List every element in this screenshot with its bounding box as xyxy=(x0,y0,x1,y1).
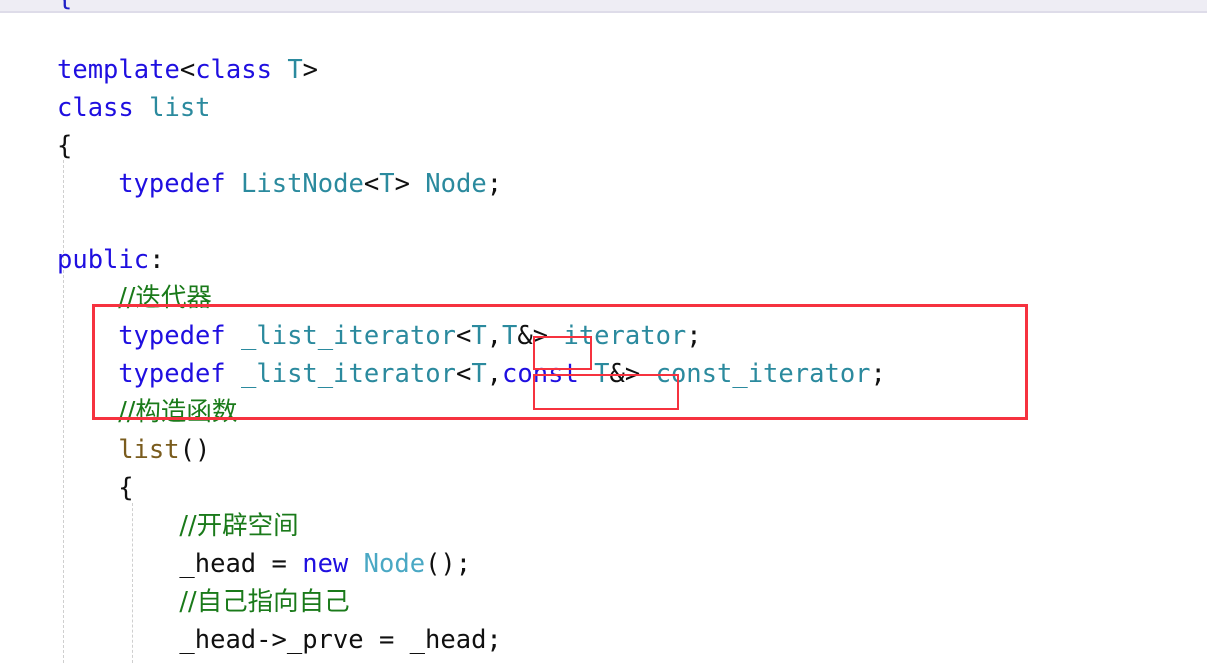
code-token-plain: &> xyxy=(609,359,641,389)
code-token-plain: , xyxy=(486,359,503,389)
code-token-plain: ; xyxy=(686,321,702,351)
code-token-plain: () xyxy=(179,435,211,465)
code-token-plain: ; xyxy=(486,169,503,199)
code-token-comment: //自己指向自己 xyxy=(179,587,350,617)
code-token-type_light: Node xyxy=(363,549,426,579)
code-token-type: _list_iterator xyxy=(241,321,456,351)
code-token-keyword: const xyxy=(502,359,579,389)
code-line[interactable]: public: xyxy=(57,241,164,279)
code-line[interactable]: _head->_prve = _head; xyxy=(179,621,501,659)
code-token-keyword: template xyxy=(57,55,180,85)
code-token-comment: //迭代器 xyxy=(118,283,212,313)
code-token-keyword: typedef xyxy=(118,359,226,389)
code-token-plain: , xyxy=(486,321,503,351)
code-token-plain: ; xyxy=(870,359,886,389)
code-token-plain: < xyxy=(455,359,472,389)
code-editor-surface[interactable]: template<class T> class list{typedef List… xyxy=(0,13,1207,663)
code-token-plain: { xyxy=(57,131,73,161)
code-token-type: T xyxy=(502,321,518,351)
code-token-function: list xyxy=(118,435,180,465)
code-token-plain: < xyxy=(363,169,380,199)
code-token-type: T xyxy=(287,55,303,85)
code-line[interactable]: _head = new Node(); xyxy=(179,545,471,583)
code-line[interactable]: { xyxy=(57,127,72,165)
code-token-comment: //构造函数 xyxy=(118,397,238,427)
code-token-type: const_iterator xyxy=(655,359,871,389)
code-token-comment: //开辟空间 xyxy=(179,511,299,541)
code-token-type: list xyxy=(149,93,211,123)
code-token-plain: : xyxy=(149,245,165,275)
code-line[interactable]: template<class T> xyxy=(57,51,318,89)
code-token-plain: < xyxy=(179,55,196,85)
code-line[interactable]: //构造函数 xyxy=(118,393,237,431)
code-token-keyword: class xyxy=(57,93,134,123)
code-token-keyword: public xyxy=(57,245,150,275)
code-token-keyword: new xyxy=(302,549,349,579)
code-token-type: T xyxy=(471,321,487,351)
code-line[interactable]: //自己指向自己 xyxy=(179,583,349,621)
code-line[interactable]: typedef _list_iterator<T,const T&> const… xyxy=(118,355,886,393)
code-line[interactable]: //开辟空间 xyxy=(179,507,298,545)
code-token-type: _list_iterator xyxy=(241,359,456,389)
code-token-type: T xyxy=(594,359,610,389)
code-line[interactable]: class list xyxy=(57,89,211,127)
code-token-type: T xyxy=(379,169,395,199)
code-token-type: ListNode xyxy=(241,169,364,199)
code-line[interactable]: list() xyxy=(118,431,210,469)
code-token-type: Node xyxy=(425,169,487,199)
code-token-plain: _head->_prve = _head; xyxy=(179,625,502,655)
code-token-keyword: typedef xyxy=(118,321,226,351)
code-token-plain: > xyxy=(394,169,410,199)
code-token-plain: > xyxy=(302,55,319,85)
code-token-plain: (); xyxy=(425,549,472,579)
code-line[interactable]: { xyxy=(118,469,133,507)
code-token-keyword: typedef xyxy=(118,169,226,199)
code-line[interactable]: typedef ListNode<T> Node; xyxy=(118,165,502,203)
code-token-plain: < xyxy=(455,321,472,351)
code-line[interactable]: //迭代器 xyxy=(118,279,212,317)
code-token-type: iterator xyxy=(563,321,687,351)
code-line[interactable]: typedef _list_iterator<T,T&> iterator; xyxy=(118,317,701,355)
code-token-plain: &> xyxy=(517,321,549,351)
code-token-type: T xyxy=(471,359,487,389)
code-line[interactable] xyxy=(57,203,72,241)
code-token-keyword: class xyxy=(195,55,272,85)
code-token-plain: _head = xyxy=(179,549,303,579)
indent-guide-level-2 xyxy=(132,503,133,663)
code-token-plain: { xyxy=(118,473,134,503)
